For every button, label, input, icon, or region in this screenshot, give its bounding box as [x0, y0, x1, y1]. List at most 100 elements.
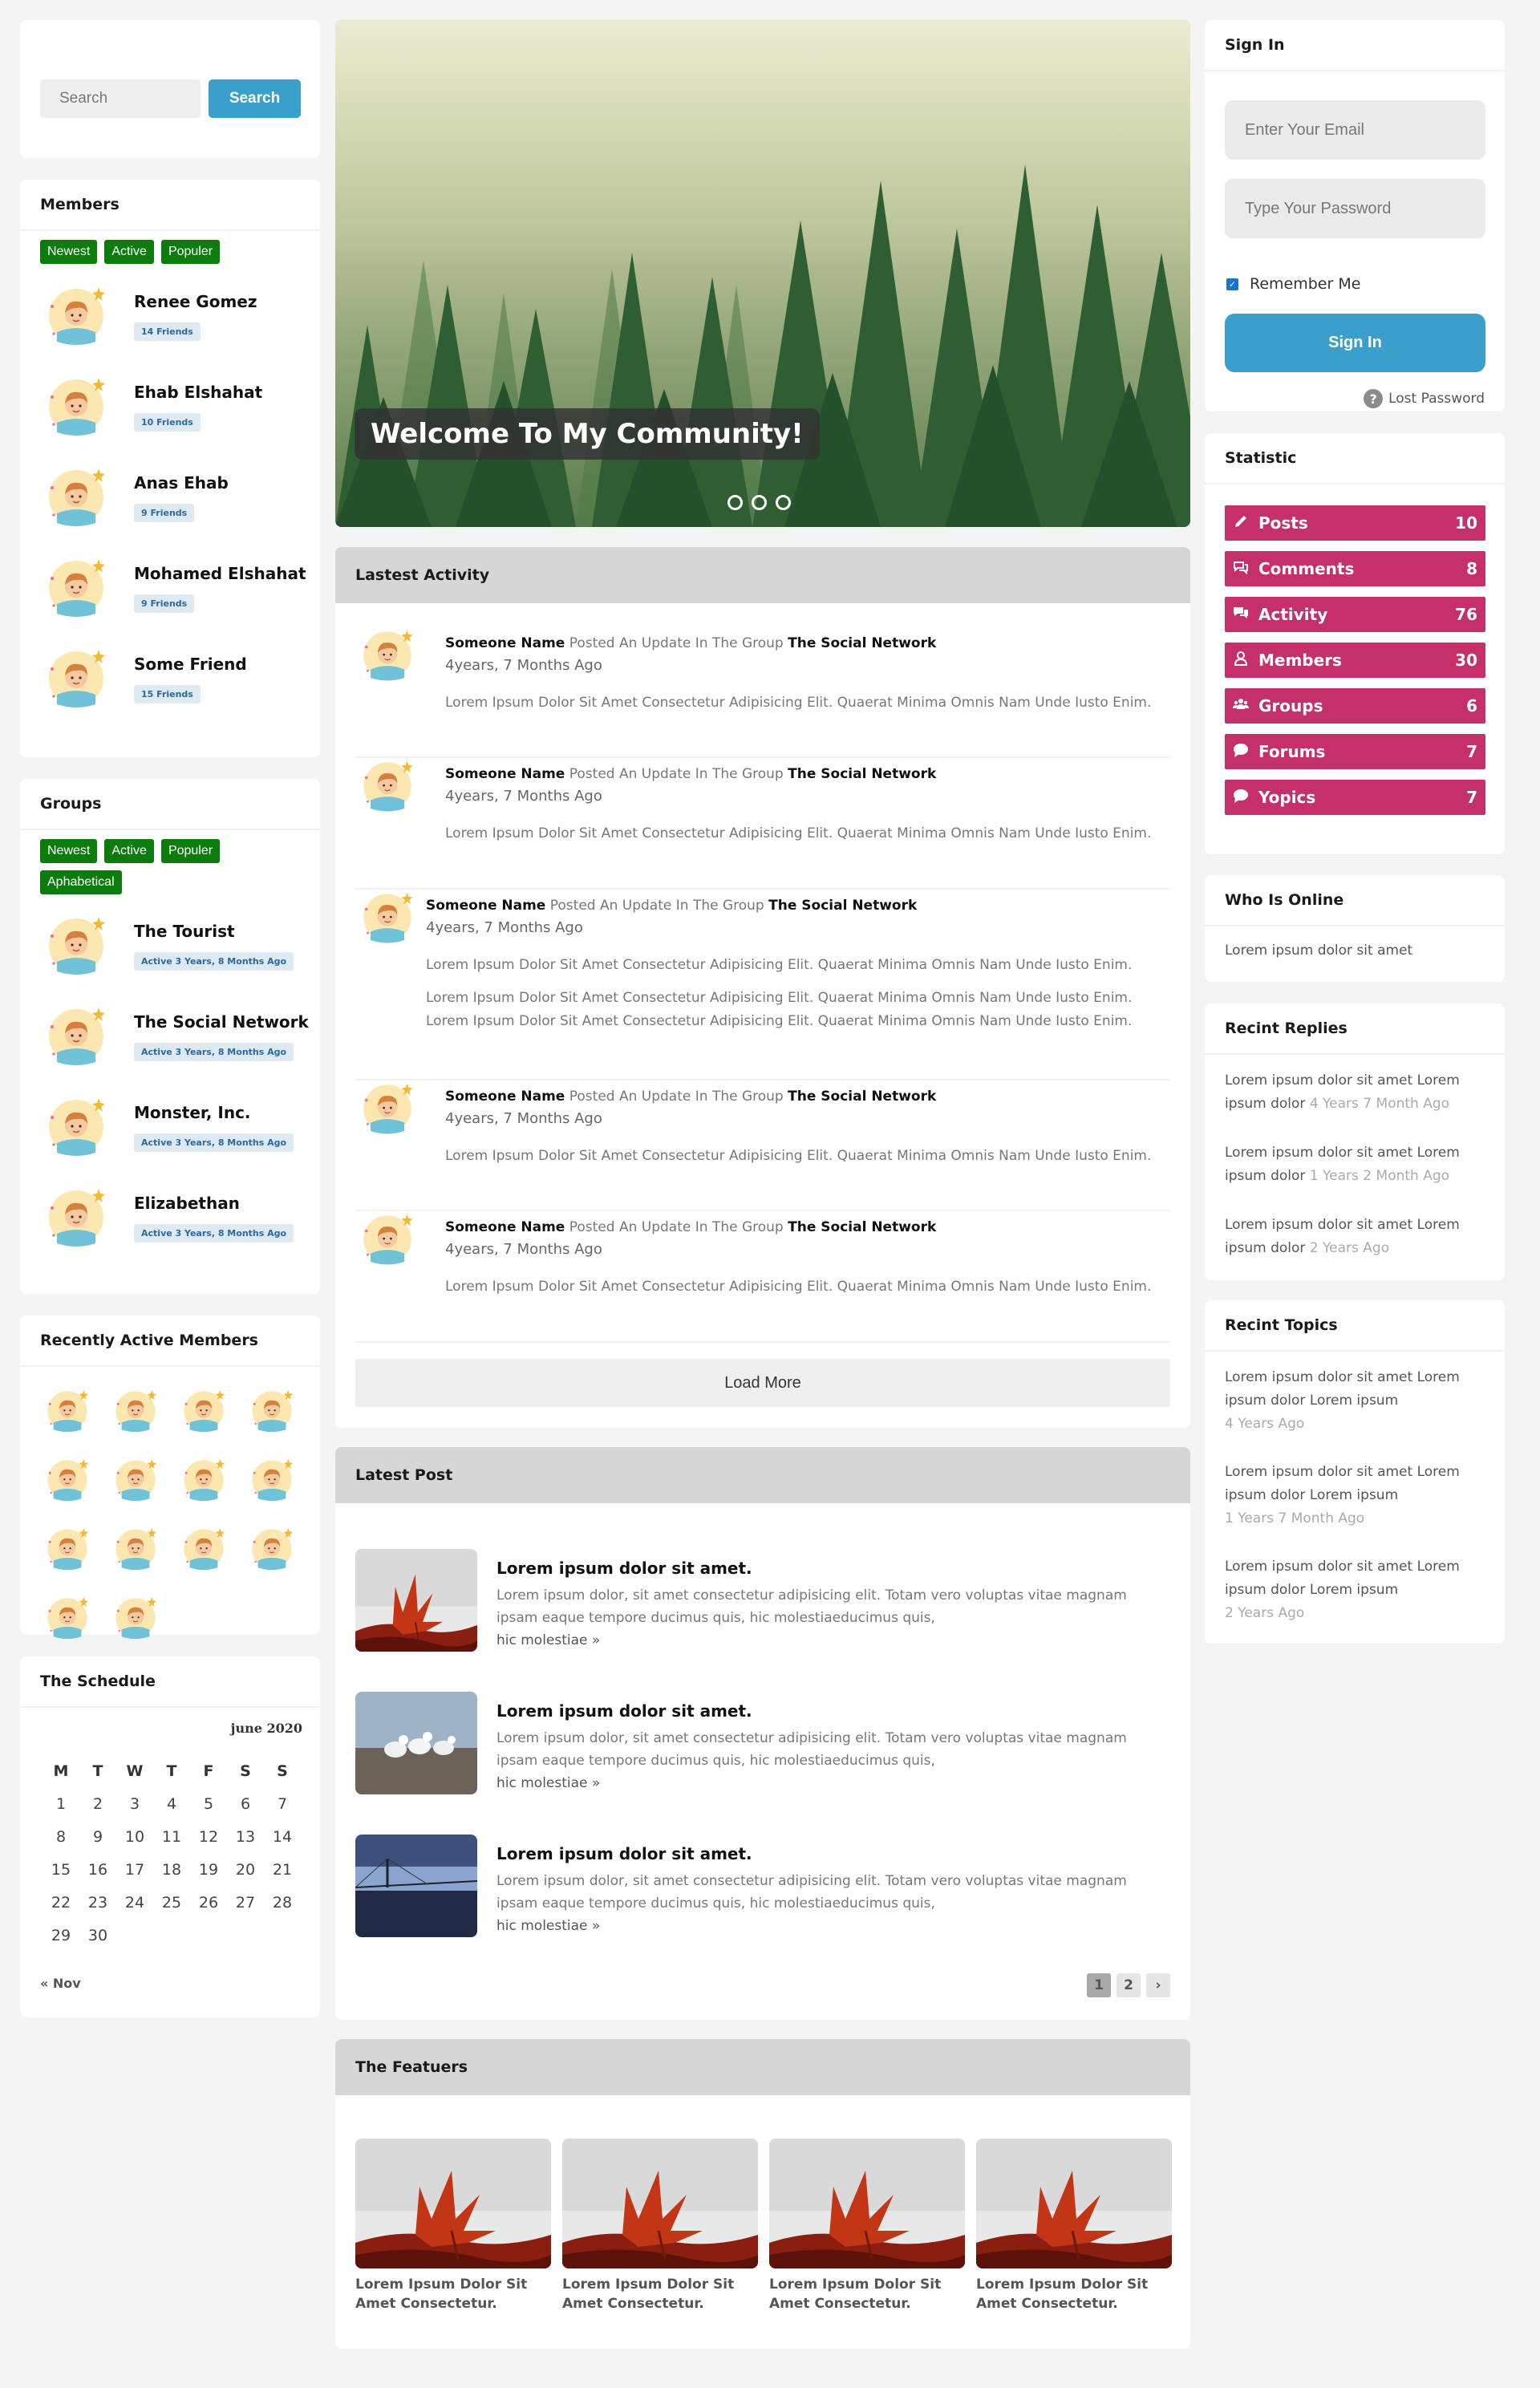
member-name[interactable]: Ehab Elshahat	[134, 383, 262, 402]
member-name[interactable]: Renee Gomez	[134, 292, 257, 311]
calendar-day[interactable]: 22	[43, 1892, 79, 1914]
stat-comments[interactable]: Comments 8	[1225, 551, 1485, 586]
read-more-link[interactable]: hic molestiae »	[496, 1915, 1146, 1937]
calendar-day[interactable]: 5	[190, 1794, 227, 1815]
activity-group[interactable]: The Social Network	[788, 766, 936, 782]
calendar-day[interactable]: 18	[153, 1859, 190, 1881]
topic-text[interactable]: Lorem ipsum dolor sit amet Lorem ipsum d…	[1225, 1461, 1489, 1507]
feature-image[interactable]	[976, 2139, 1172, 2268]
reply-item[interactable]: Lorem ipsum dolor sit amet Lorem ipsum d…	[1225, 1214, 1489, 1260]
group-item[interactable]: The Social Network Active 3 Years, 8 Mont…	[44, 1004, 309, 1068]
calendar-day[interactable]: 24	[116, 1892, 153, 1914]
feature-item[interactable]: Lorem Ipsum Dolor Sit Amet Consectetur.	[355, 2139, 551, 2313]
calendar-day[interactable]: 7	[264, 1794, 301, 1815]
feature-image[interactable]	[769, 2139, 965, 2268]
calendar-day[interactable]: 27	[227, 1892, 264, 1914]
slider-dot[interactable]	[727, 495, 743, 510]
calendar-day[interactable]: 20	[227, 1859, 264, 1881]
calendar-day[interactable]: 12	[190, 1826, 227, 1848]
topic-item[interactable]: Lorem ipsum dolor sit amet Lorem ipsum d…	[1225, 1461, 1489, 1531]
calendar-day[interactable]: 9	[79, 1826, 116, 1848]
post-image[interactable]	[355, 1692, 477, 1794]
calendar-day[interactable]: 4	[153, 1794, 190, 1815]
filter-populer[interactable]: Populer	[160, 240, 221, 264]
calendar-day[interactable]: 11	[153, 1826, 190, 1848]
post-title[interactable]: Lorem ipsum dolor sit amet.	[496, 1559, 752, 1578]
post-title[interactable]: Lorem ipsum dolor sit amet.	[496, 1844, 752, 1863]
calendar-day[interactable]: 3	[116, 1794, 153, 1815]
calendar-day[interactable]: 21	[264, 1859, 301, 1881]
activity-group[interactable]: The Social Network	[788, 1089, 936, 1105]
remember-me[interactable]: ✓ Remember Me	[1226, 275, 1360, 293]
feature-item[interactable]: Lorem Ipsum Dolor Sit Amet Consectetur.	[769, 2139, 965, 2313]
stat-yopics[interactable]: Yopics 7	[1225, 780, 1485, 815]
topic-text[interactable]: Lorem ipsum dolor sit amet Lorem ipsum d…	[1225, 1555, 1489, 1602]
activity-user[interactable]: Someone Name	[445, 635, 565, 651]
calendar-day[interactable]: 6	[227, 1794, 264, 1815]
slider-dot[interactable]	[752, 495, 767, 510]
reply-item[interactable]: Lorem ipsum dolor sit amet Lorem ipsum d…	[1225, 1141, 1489, 1188]
read-more-link[interactable]: hic molestiae »	[496, 1629, 1146, 1652]
activity-group[interactable]: The Social Network	[788, 1219, 936, 1235]
post-image[interactable]	[355, 1835, 477, 1937]
activity-user[interactable]: Someone Name	[445, 1219, 565, 1235]
feature-item[interactable]: Lorem Ipsum Dolor Sit Amet Consectetur.	[976, 2139, 1172, 2313]
filter-newest[interactable]: Newest	[40, 839, 98, 863]
topic-item[interactable]: Lorem ipsum dolor sit amet Lorem ipsum d…	[1225, 1555, 1489, 1625]
calendar-day[interactable]: 14	[264, 1826, 301, 1848]
avatar[interactable]	[44, 1457, 112, 1506]
post-title[interactable]: Lorem ipsum dolor sit amet.	[496, 1701, 752, 1721]
avatar[interactable]	[249, 1526, 317, 1575]
stat-activity[interactable]: Activity 76	[1225, 597, 1485, 632]
topic-item[interactable]: Lorem ipsum dolor sit amet Lorem ipsum d…	[1225, 1366, 1489, 1436]
group-name[interactable]: The Social Network	[134, 1012, 309, 1032]
avatar[interactable]	[249, 1457, 317, 1506]
avatar[interactable]	[44, 1388, 112, 1437]
member-item[interactable]: Ehab Elshahat 10 Friends	[44, 375, 262, 439]
group-item[interactable]: Elizabethan Active 3 Years, 8 Months Ago	[44, 1186, 294, 1250]
member-item[interactable]: Some Friend 15 Friends	[44, 647, 247, 711]
filter-active[interactable]: Active	[104, 839, 154, 863]
calendar-day[interactable]: 17	[116, 1859, 153, 1881]
filter-newest[interactable]: Newest	[40, 240, 98, 264]
group-name[interactable]: Monster, Inc.	[134, 1103, 294, 1122]
group-name[interactable]: The Tourist	[134, 922, 294, 941]
calendar-day[interactable]: 13	[227, 1826, 264, 1848]
feature-item[interactable]: Lorem Ipsum Dolor Sit Amet Consectetur.	[562, 2139, 758, 2313]
avatar[interactable]	[112, 1457, 180, 1506]
search-input[interactable]	[40, 79, 201, 118]
group-item[interactable]: Monster, Inc. Active 3 Years, 8 Months Ag…	[44, 1095, 294, 1159]
member-name[interactable]: Mohamed Elshahat	[134, 564, 306, 583]
activity-user[interactable]: Someone Name	[426, 898, 545, 914]
post-image[interactable]	[355, 1549, 477, 1652]
activity-group[interactable]: The Social Network	[768, 898, 917, 914]
next-page-button[interactable]: ›	[1146, 1973, 1170, 1997]
calendar-day[interactable]: 16	[79, 1859, 116, 1881]
calendar-day[interactable]: 1	[43, 1794, 79, 1815]
calendar-day[interactable]: 26	[190, 1892, 227, 1914]
password-field[interactable]	[1225, 179, 1485, 238]
stat-forums[interactable]: Forums 7	[1225, 734, 1485, 769]
calendar-day[interactable]: 8	[43, 1826, 79, 1848]
calendar-day[interactable]: 30	[79, 1925, 116, 1947]
topic-text[interactable]: Lorem ipsum dolor sit amet Lorem ipsum d…	[1225, 1366, 1489, 1413]
member-item[interactable]: Renee Gomez 14 Friends	[44, 284, 257, 348]
activity-user[interactable]: Someone Name	[445, 1089, 565, 1105]
avatar[interactable]	[112, 1595, 180, 1644]
calendar-day[interactable]: 10	[116, 1826, 153, 1848]
member-name[interactable]: Anas Ehab	[134, 473, 229, 493]
stat-groups[interactable]: Groups 6	[1225, 688, 1485, 724]
load-more-button[interactable]: Load More	[355, 1359, 1170, 1407]
group-item[interactable]: The Tourist Active 3 Years, 8 Months Ago	[44, 914, 294, 978]
avatar[interactable]	[180, 1388, 249, 1437]
avatar[interactable]	[180, 1526, 249, 1575]
calendar-day[interactable]: 29	[43, 1925, 79, 1947]
lost-password-link[interactable]: ? Lost Password	[1364, 389, 1485, 408]
filter-populer[interactable]: Populer	[160, 839, 221, 863]
read-more-link[interactable]: hic molestiae »	[496, 1772, 1146, 1794]
feature-image[interactable]	[355, 2139, 551, 2268]
member-item[interactable]: Mohamed Elshahat 9 Friends	[44, 556, 306, 620]
slider-dot[interactable]	[776, 495, 791, 510]
calendar-day[interactable]: 25	[153, 1892, 190, 1914]
calendar-day[interactable]: 2	[79, 1794, 116, 1815]
